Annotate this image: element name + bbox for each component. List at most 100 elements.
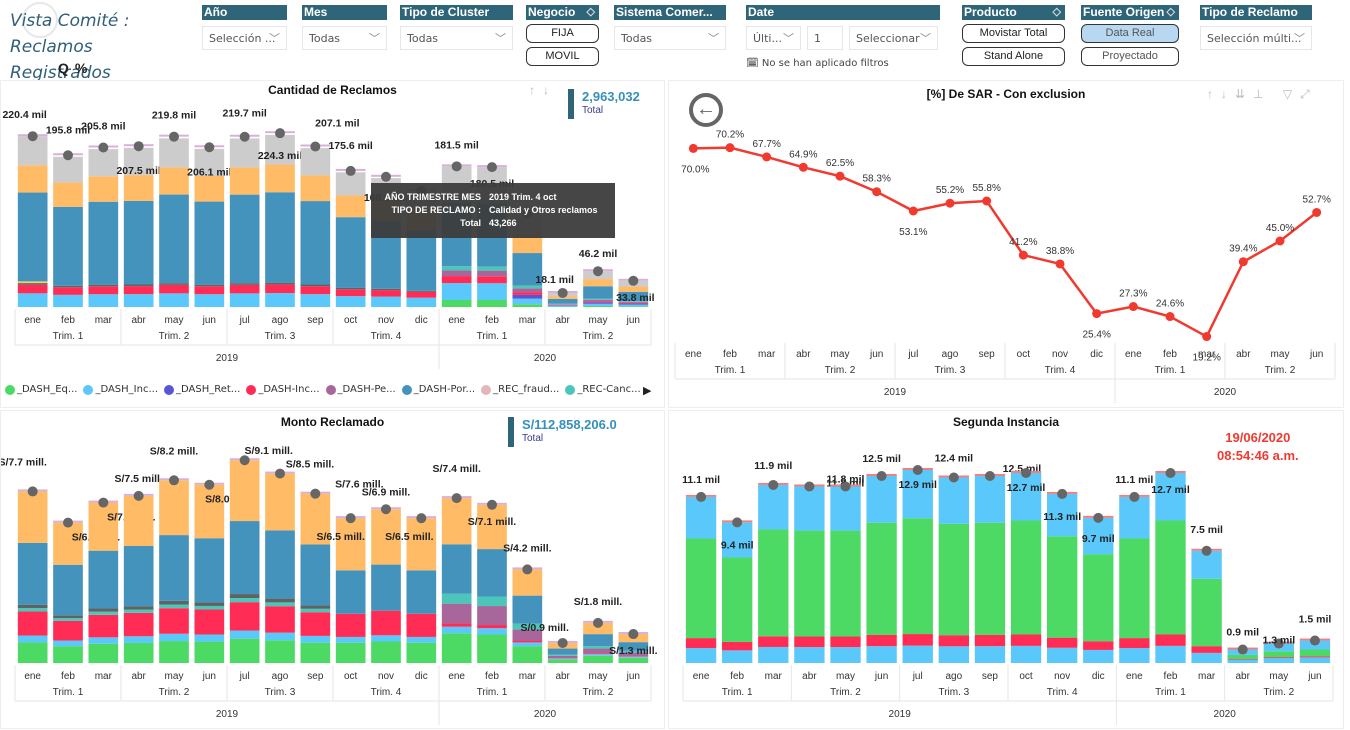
legend-item[interactable]: _DASH-Inc... (246, 384, 319, 395)
bar-segment (1300, 650, 1330, 657)
anio-value: Selección ... (209, 32, 275, 45)
bar-segment (477, 606, 507, 625)
percent-button[interactable]: % (75, 60, 93, 76)
month-tick: feb (61, 671, 75, 682)
line-point (872, 187, 881, 196)
data-label: S/0.9 mill. (520, 622, 569, 634)
bar-segment (18, 165, 48, 192)
month-tick: oct (1017, 349, 1031, 360)
data-label: 53.1% (899, 227, 927, 238)
slicer-date: Date Últi...﹀ 1 Seleccionar﹀ 🗓 No se han… (746, 5, 940, 69)
tipo-reclamo-dropdown[interactable]: Selección múlti...﹀ (1200, 26, 1312, 50)
total-marker (877, 471, 887, 481)
bar-segment (265, 640, 295, 663)
total-marker (593, 266, 603, 276)
data-label: 11.3 mil (1043, 511, 1081, 523)
legend-item[interactable]: _DASH-Pe... (326, 384, 396, 395)
legend-item[interactable]: _DASH_Inc... (83, 384, 158, 395)
bar-segment (794, 647, 824, 663)
quarter-tick: Trim. 3 (938, 687, 969, 698)
bar-segment (336, 637, 366, 643)
producto-stand-alone-button[interactable]: Stand Alone (962, 47, 1065, 66)
mes-dropdown[interactable]: Todas﹀ (302, 26, 387, 50)
data-label: S/6.9 mill. (362, 486, 411, 498)
total-marker (628, 276, 638, 286)
eraser-icon[interactable]: ◇ (1167, 5, 1175, 20)
fuente-proyectado-button[interactable]: Proyectado (1081, 47, 1179, 66)
bar-segment (583, 301, 613, 302)
data-label: 206.1 mil (187, 166, 231, 178)
bar-segment (512, 646, 542, 663)
bar-segment (194, 286, 224, 294)
bar-segment (722, 650, 752, 663)
bar-segment (583, 306, 613, 307)
q-button[interactable]: Q (58, 60, 75, 76)
month-tick: jun (1309, 349, 1323, 360)
bar-segment (406, 298, 436, 307)
data-label: 41.2% (1009, 237, 1037, 248)
line-point (1239, 257, 1248, 266)
eraser-icon[interactable]: ◇ (1053, 5, 1061, 20)
legend-item[interactable]: _DASH_Ret... (164, 384, 240, 395)
data-label: 55.8% (972, 183, 1000, 194)
quarter-tick: Trim. 2 (159, 687, 190, 698)
fuente-data-real-button[interactable]: Data Real (1081, 24, 1179, 43)
bar-segment (265, 606, 295, 633)
bar-segment (477, 597, 507, 606)
bar-segment (371, 290, 401, 297)
bar-segment (512, 299, 542, 305)
legend-item[interactable]: _DASH_Eq... (5, 384, 77, 395)
data-label: 52.7% (1302, 194, 1330, 205)
bar-segment (903, 634, 933, 646)
bar-segment (1228, 659, 1258, 660)
line-point (1129, 302, 1138, 311)
date-count-input[interactable]: 1 (807, 26, 843, 50)
bar-segment (159, 283, 189, 285)
producto-movistar-total-button[interactable]: Movistar Total (962, 24, 1065, 43)
bar-segment (230, 195, 260, 284)
bar-segment (88, 294, 118, 307)
date-mode-dropdown[interactable]: Últi...﹀ (746, 26, 801, 50)
date-unit-dropdown[interactable]: Seleccionar﹀ (849, 26, 938, 50)
bar-segment (442, 633, 472, 663)
data-label: 18.1 mil (535, 274, 574, 286)
month-tick: feb (1163, 349, 1177, 360)
bar-segment (88, 551, 118, 609)
bar-segment (265, 633, 295, 641)
data-label: S/4.2 mill. (503, 542, 552, 554)
bar-segment (1155, 634, 1185, 645)
legend-next-arrow[interactable]: ▶ (643, 384, 651, 397)
quarter-tick: Trim. 1 (53, 331, 84, 342)
legend-item[interactable]: _REC-Canc... (565, 384, 640, 395)
negocio-movil-button[interactable]: MOVIL (526, 47, 599, 66)
bar-segment (265, 530, 295, 598)
legend-item[interactable]: _REC_fraud... (481, 384, 559, 395)
total-marker (98, 143, 108, 153)
chevron-down-icon: ﹀ (708, 30, 719, 46)
bar-segment (300, 294, 330, 307)
bar-segment (1228, 660, 1258, 663)
data-label: 1.5 mil (1299, 614, 1332, 626)
bar-segment (18, 642, 48, 663)
tipo-cluster-dropdown[interactable]: Todas﹀ (400, 26, 513, 50)
bar-segment (866, 523, 896, 635)
month-tick: jul (239, 671, 250, 682)
slicer-date-header: Date (746, 5, 940, 20)
bar-segment (758, 647, 788, 663)
anio-dropdown[interactable]: Selección ...﹀ (202, 26, 287, 50)
legend-label: _REC_fraud... (493, 384, 559, 395)
bar-segment (1300, 657, 1330, 663)
negocio-fija-button[interactable]: FIJA (526, 24, 599, 43)
bar-segment (159, 195, 189, 284)
sistema-dropdown[interactable]: Todas﹀ (614, 26, 726, 50)
panel-sar: [%] De SAR - Con exclusion ← ↑↓⇊⊥ ▽⤢ 70.… (668, 80, 1344, 408)
total-marker (628, 629, 638, 639)
line-point (1276, 237, 1285, 246)
qp-toggle: Q% (58, 60, 93, 76)
bar-segment (1191, 653, 1221, 663)
legend-item[interactable]: _DASH-Por... (402, 384, 475, 395)
bar-segment (53, 641, 83, 647)
eraser-icon[interactable]: ◇ (587, 5, 595, 20)
month-tick: abr (1235, 671, 1250, 682)
bar-segment (88, 503, 118, 551)
